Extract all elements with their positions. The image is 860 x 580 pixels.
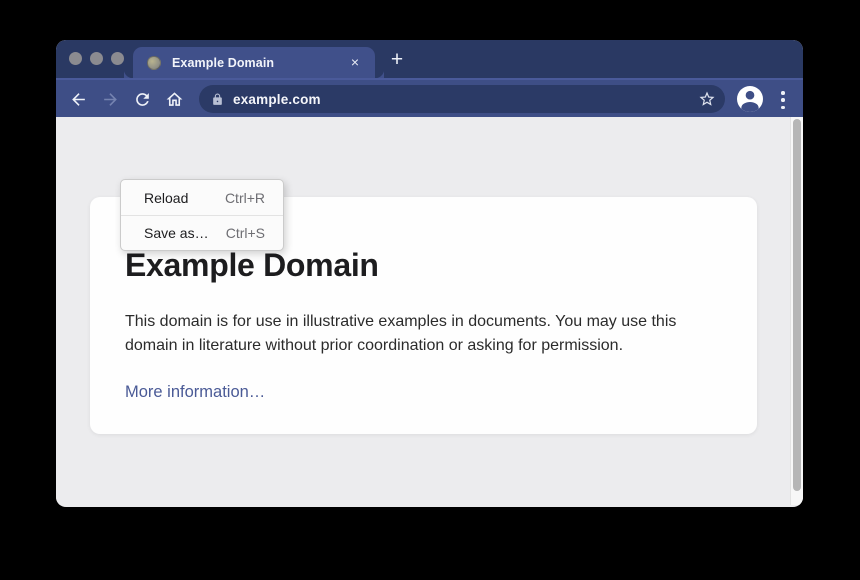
menu-item-save-as[interactable]: Save as… Ctrl+S <box>121 215 283 250</box>
menu-item-label: Save as… <box>144 225 209 241</box>
new-tab-button[interactable]: + <box>386 49 408 71</box>
back-icon[interactable] <box>67 88 89 110</box>
menu-item-reload[interactable]: Reload Ctrl+R <box>121 180 283 215</box>
zoom-window-icon[interactable] <box>111 52 124 65</box>
favicon-globe-icon <box>147 56 161 70</box>
page-body-text: This domain is for use in illustrative e… <box>125 310 722 358</box>
url-text[interactable]: example.com <box>233 92 698 107</box>
titlebar: Example Domain × + <box>56 40 803 78</box>
menu-item-shortcut: Ctrl+S <box>226 225 265 241</box>
minimize-window-icon[interactable] <box>90 52 103 65</box>
reload-icon[interactable] <box>131 88 153 110</box>
lock-icon <box>211 92 224 107</box>
scrollbar[interactable] <box>790 117 803 505</box>
scrollbar-thumb[interactable] <box>793 119 801 491</box>
browser-window: Example Domain × + example.com <box>56 40 803 507</box>
more-information-link[interactable]: More information… <box>125 383 265 402</box>
close-window-icon[interactable] <box>69 52 82 65</box>
tab-example-domain[interactable]: Example Domain × <box>133 47 375 78</box>
address-bar[interactable]: example.com <box>199 85 725 113</box>
tab-title: Example Domain <box>172 56 347 70</box>
page-viewport: Example Domain This domain is for use in… <box>56 117 803 505</box>
bookmark-star-icon[interactable] <box>698 90 716 108</box>
page-heading: Example Domain <box>125 246 722 284</box>
menu-item-label: Reload <box>144 190 188 206</box>
forward-icon[interactable] <box>99 88 121 110</box>
window-controls <box>69 52 124 65</box>
tab-close-icon[interactable]: × <box>347 55 363 71</box>
navigation-toolbar: example.com <box>56 78 803 117</box>
context-menu: Reload Ctrl+R Save as… Ctrl+S <box>120 179 284 251</box>
profile-avatar-icon[interactable] <box>737 86 763 112</box>
menu-item-shortcut: Ctrl+R <box>225 190 265 206</box>
home-icon[interactable] <box>163 88 185 110</box>
browser-menu-icon[interactable] <box>778 91 788 109</box>
